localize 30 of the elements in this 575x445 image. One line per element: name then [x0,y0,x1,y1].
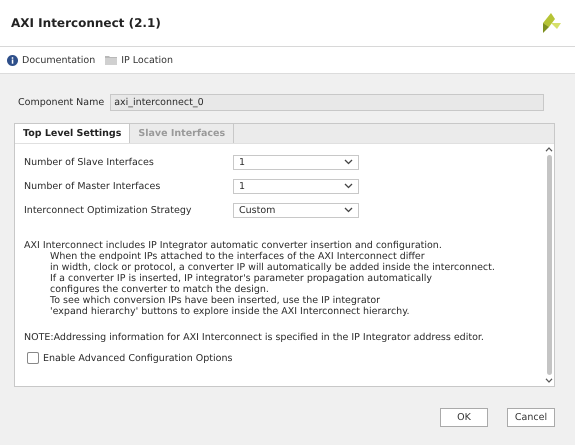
description-text: When the endpoint IPs attached to the interfaces of the AXI Interconnect differ [49,251,426,262]
note-text: NOTE:Addressing information for AXI Interconnect is specified in the IP Integrator address editor. [24,332,485,343]
description-text: If a converter IP is inserted, IP integrator's parameter propagation automatically [49,273,434,284]
description-text: configures the converter to match the design. [49,284,270,295]
toolbar-link[interactable]: Documentation [7,54,96,66]
dialog-button[interactable]: OK [440,408,488,427]
field-label: Component Name [18,97,104,108]
dropdown[interactable]: 1 [233,154,359,170]
dropdown[interactable]: Custom [233,202,359,218]
chevron-down-icon [344,159,353,165]
description-text: AXI Interconnect includes IP Integrator automatic converter insertion and configuration. [24,240,443,251]
dropdown[interactable]: 1 [233,178,359,194]
description-text: in width, clock or protocol, a converter IP will automatically be added inside the interconnect. [49,262,496,273]
window-title: AXI Interconnect (2.1) [11,16,161,30]
toolbar-link[interactable]: IP Location [105,54,173,66]
info-icon [7,54,18,66]
chevron-down-icon [545,378,553,383]
chevron-down-icon [344,183,353,189]
advanced-checkbox[interactable]: Enable Advanced Configuration Options [27,352,232,364]
chevron-up-icon [545,147,553,152]
tab[interactable]: Top Level Settings [15,124,130,143]
description-text: To see which conversion IPs have been inserted, use the IP integrator [49,295,382,306]
setting-label: Number of Master Interfaces [24,180,162,192]
description-text: 'expand hierarchy' buttons to explore inside the AXI Interconnect hierarchy. [49,306,410,317]
setting-label: Number of Slave Interfaces [24,156,155,168]
setting-label: Interconnect Optimization Strategy [24,204,192,216]
chevron-down-icon [344,207,353,213]
dialog-button[interactable]: Cancel [507,408,555,427]
component-name-field[interactable]: axi_interconnect_0 [110,94,544,111]
folder-icon [105,55,118,65]
